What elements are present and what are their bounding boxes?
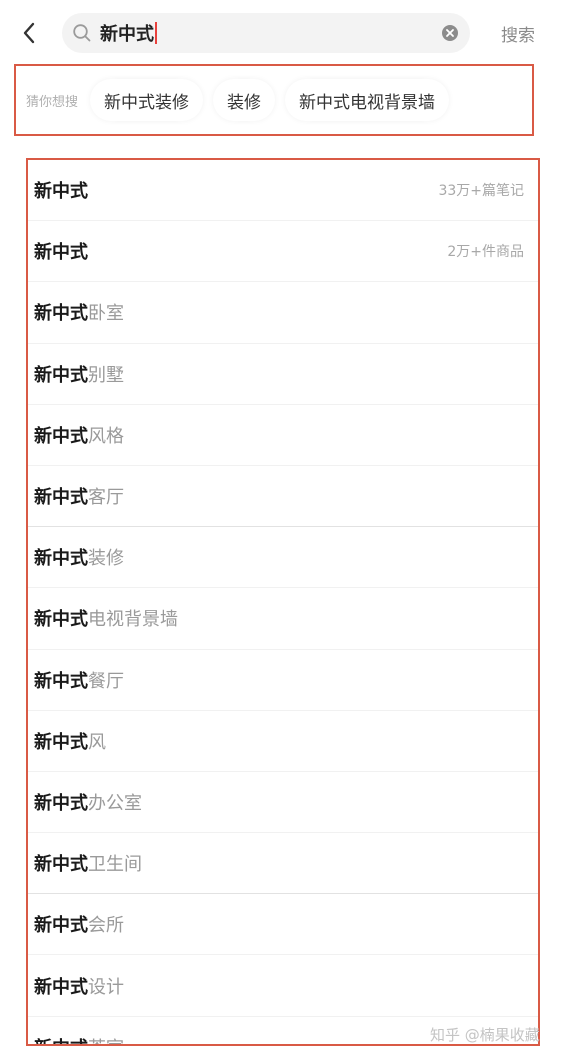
suggestion-suffix: 风 xyxy=(88,731,106,753)
suggestion-item[interactable]: 新中式 会所 xyxy=(28,894,538,956)
search-header: 新中式 搜索 xyxy=(0,0,566,64)
suggestion-item[interactable]: 新中式 风 xyxy=(28,711,538,772)
search-button[interactable]: 搜索 xyxy=(490,16,546,50)
suggestion-keyword: 新中式 xyxy=(34,364,88,386)
suggestion-suffix: 客厅 xyxy=(88,487,124,509)
suggestion-item[interactable]: 新中式 电视背景墙 xyxy=(28,588,538,650)
suggestion-keyword: 新中式 xyxy=(34,425,88,447)
suggestion-item[interactable]: 新中式 风格 xyxy=(28,405,538,466)
suggestion-keyword: 新中式 xyxy=(34,548,88,570)
suggestion-count: 2万+件商品 xyxy=(447,244,524,261)
suggestion-list: 新中式 33万+篇笔记 新中式 2万+件商品 新中式 卧室 新中式 别墅 新中式… xyxy=(26,158,540,1046)
clear-icon[interactable] xyxy=(440,23,460,43)
suggestion-keyword: 新中式 xyxy=(34,303,88,325)
suggestion-count: 33万+篇笔记 xyxy=(438,183,524,200)
suggestion-item[interactable]: 新中式 装修 xyxy=(28,527,538,589)
search-input[interactable]: 新中式 xyxy=(100,13,420,53)
suggestion-item[interactable]: 新中式 卫生间 xyxy=(28,833,538,895)
suggestion-item[interactable]: 新中式 别墅 xyxy=(28,344,538,405)
suggestion-keyword: 新中式 xyxy=(34,792,88,814)
zhihu-watermark: 知乎 @楠果收藏 xyxy=(430,1025,540,1044)
chevron-left-icon xyxy=(23,22,35,44)
suggestion-item[interactable]: 新中式 33万+篇笔记 xyxy=(28,160,538,222)
back-button[interactable] xyxy=(14,16,44,50)
suggestion-suffix: 茶室 xyxy=(88,1034,124,1044)
search-input-value: 新中式 xyxy=(100,24,154,45)
suggestion-suffix: 办公室 xyxy=(88,792,142,814)
suggestion-item[interactable]: 新中式 餐厅 xyxy=(28,650,538,711)
suggestion-suffix: 别墅 xyxy=(88,364,124,386)
suggestion-item[interactable]: 新中式 2万+件商品 xyxy=(28,221,538,283)
suggestion-keyword: 新中式 xyxy=(34,487,88,509)
guess-chip[interactable]: 新中式装修 xyxy=(90,79,204,121)
suggestion-suffix: 会所 xyxy=(88,915,124,937)
suggestion-suffix: 卫生间 xyxy=(88,854,142,876)
suggestion-item[interactable]: 新中式 设计 xyxy=(28,955,538,1017)
guess-you-want-section: 猜你想搜 新中式装修 装修 新中式电视背景墙 xyxy=(14,64,534,136)
suggestion-keyword: 新中式 xyxy=(34,181,88,203)
suggestion-suffix: 设计 xyxy=(88,976,124,998)
search-suggestion-page: 新中式 搜索 猜你想搜 新中式装修 装修 新中式电视背景墙 新中式 33万+篇笔… xyxy=(0,0,566,1060)
suggestion-keyword: 新中式 xyxy=(34,731,88,753)
guess-chip[interactable]: 装修 xyxy=(213,79,276,121)
suggestion-suffix: 装修 xyxy=(88,548,124,570)
guess-label: 猜你想搜 xyxy=(26,94,79,110)
suggestion-keyword: 新中式 xyxy=(34,976,88,998)
suggestion-keyword: 新中式 xyxy=(34,1034,88,1044)
search-box[interactable]: 新中式 xyxy=(62,13,470,53)
suggestion-item[interactable]: 新中式 客厅 xyxy=(28,466,538,528)
suggestion-keyword: 新中式 xyxy=(34,242,88,264)
suggestion-keyword: 新中式 xyxy=(34,854,88,876)
text-caret xyxy=(155,22,157,44)
suggestion-keyword: 新中式 xyxy=(34,609,88,631)
suggestion-suffix: 卧室 xyxy=(88,303,124,325)
suggestion-suffix: 电视背景墙 xyxy=(88,609,178,631)
guess-chip[interactable]: 新中式电视背景墙 xyxy=(285,79,450,121)
suggestion-item[interactable]: 新中式 办公室 xyxy=(28,772,538,834)
suggestion-item[interactable]: 新中式 卧室 xyxy=(28,282,538,344)
suggestion-suffix: 餐厅 xyxy=(88,670,124,692)
suggestion-keyword: 新中式 xyxy=(34,915,88,937)
search-icon xyxy=(73,24,91,42)
suggestion-suffix: 风格 xyxy=(88,425,124,447)
suggestion-keyword: 新中式 xyxy=(34,670,88,692)
